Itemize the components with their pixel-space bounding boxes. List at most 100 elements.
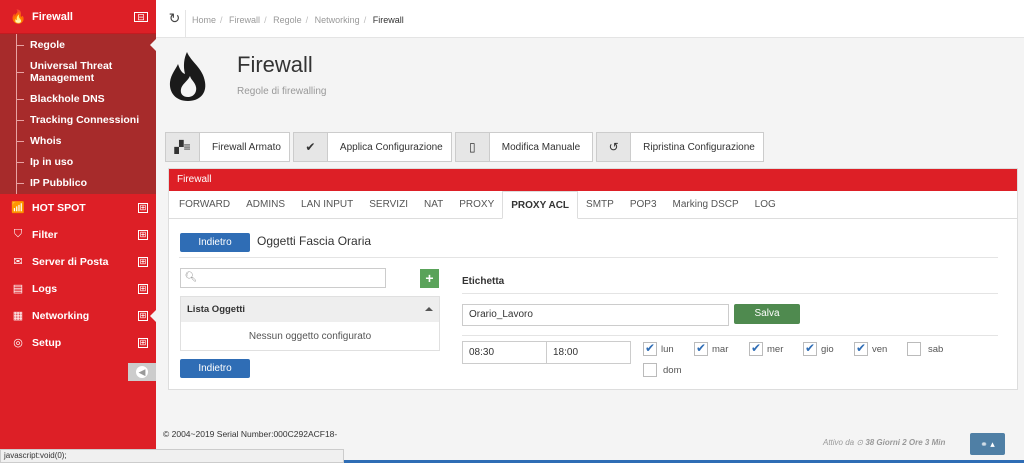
action-bar: ▞≡ Firewall Armato ✔ Applica Configurazi…: [165, 132, 764, 162]
share-icon: ⚭ ▴: [980, 439, 995, 449]
manual-edit-button[interactable]: ▯ Modifica Manuale: [454, 132, 594, 162]
breadcrumb-item[interactable]: Regole: [273, 15, 302, 25]
sidebar-item-regole[interactable]: Regole: [0, 34, 156, 55]
tab-proxy-acl[interactable]: PROXY ACL: [502, 191, 579, 219]
breadcrumb-item[interactable]: Home: [192, 15, 216, 25]
add-object-button[interactable]: +: [420, 269, 439, 288]
logs-icon: ▤: [12, 283, 24, 295]
expand-icon[interactable]: ⊞: [138, 229, 148, 240]
expand-icon[interactable]: ⊞: [138, 310, 148, 321]
sidebar-item-utm[interactable]: Universal Threat Management: [0, 55, 156, 88]
breadcrumb-current: Firewall: [372, 15, 404, 25]
sidebar-item-hotspot[interactable]: 📶 HOT SPOT ⊞: [0, 194, 156, 221]
sidebar-item-blackhole-dns[interactable]: Blackhole DNS: [0, 88, 156, 109]
object-list: Lista Oggetti Nessun oggetto configurato: [180, 296, 440, 351]
expand-icon[interactable]: ⊞: [138, 256, 148, 267]
panel-title: Firewall: [169, 169, 1017, 191]
day-mer[interactable]: mer: [749, 341, 783, 356]
tab-smtp[interactable]: SMTP: [578, 191, 622, 218]
tab-log[interactable]: LOG: [747, 191, 784, 218]
sidebar-item-server-di-posta[interactable]: ✉ Server di Posta ⊞: [0, 248, 156, 275]
firewall-armed-icon: ▞≡: [166, 133, 200, 161]
checkbox[interactable]: [643, 363, 657, 377]
flame-icon: 🔥: [10, 8, 27, 24]
label-input[interactable]: Orario_Lavoro: [462, 304, 729, 326]
back-button[interactable]: Indietro: [180, 233, 250, 252]
checkbox[interactable]: [643, 341, 657, 356]
day-lun[interactable]: lun: [643, 341, 674, 356]
divider: [179, 257, 998, 258]
list-header[interactable]: Lista Oggetti: [181, 297, 439, 322]
tab-lan-input[interactable]: LAN INPUT: [293, 191, 361, 218]
expand-icon[interactable]: ⊞: [138, 283, 148, 294]
list-empty-message: Nessun oggetto configurato: [248, 331, 372, 342]
flame-icon: [169, 52, 206, 101]
search-input[interactable]: [201, 270, 381, 286]
time-to-input[interactable]: 18:00: [546, 341, 631, 364]
sidebar-item-label: Firewall: [32, 10, 73, 23]
sidebar-item-ip-pubblico[interactable]: IP Pubblico: [0, 172, 156, 194]
expand-icon[interactable]: ⊞: [138, 337, 148, 348]
tab-marking-dscp[interactable]: Marking DSCP: [665, 191, 747, 218]
day-mar[interactable]: mar: [694, 341, 728, 356]
network-icon: ▦: [12, 310, 24, 322]
check-icon: ✔: [293, 133, 328, 161]
sidebar-item-firewall[interactable]: 🔥 Firewall ⊟: [0, 0, 156, 34]
tab-pop3[interactable]: POP3: [622, 191, 665, 218]
section-title: Oggetti Fascia Oraria: [257, 234, 372, 248]
sidebar-item-logs[interactable]: ▤ Logs ⊞: [0, 275, 156, 302]
search-icon: 🔍︎: [184, 272, 198, 283]
sidebar-item-networking[interactable]: ▦ Networking ⊞: [0, 302, 156, 329]
sidebar-collapse-button[interactable]: ◀: [128, 363, 156, 381]
checkbox[interactable]: [803, 341, 817, 356]
setup-icon: ◎: [13, 337, 23, 349]
tab-proxy[interactable]: PROXY: [451, 191, 502, 218]
document-icon: ▯: [455, 133, 490, 161]
tab-servizi[interactable]: SERVIZI: [361, 191, 416, 218]
copyright-text: © 2004~2019 Serial Number:000C292ACF18-: [163, 429, 338, 439]
checkbox[interactable]: [907, 342, 921, 356]
collapse-icon[interactable]: ⊟: [134, 11, 148, 22]
day-dom[interactable]: dom: [643, 363, 681, 377]
sidebar: 🔥 Firewall ⊟ Regole Universal Threat Man…: [0, 0, 156, 450]
day-gio[interactable]: gio: [803, 341, 834, 356]
sidebar-item-tracking[interactable]: Tracking Connessioni: [0, 109, 156, 130]
firewall-armed-button[interactable]: ▞≡ Firewall Armato: [165, 132, 290, 162]
breadcrumb-item[interactable]: Networking: [315, 15, 360, 25]
checkbox[interactable]: [749, 341, 763, 356]
save-button[interactable]: Salva: [734, 304, 800, 324]
checkbox[interactable]: [694, 341, 708, 356]
divider: [462, 293, 998, 294]
refresh-icon[interactable]: ↻: [164, 10, 186, 38]
topbar: ↻ Home / Firewall / Regole / Networking / Fi…: [156, 0, 1024, 38]
shield-icon: ⛉: [13, 228, 23, 240]
time-from-input[interactable]: 08:30: [462, 341, 547, 364]
tab-forward[interactable]: FORWARD: [171, 191, 238, 218]
day-sab[interactable]: sab: [907, 342, 943, 356]
expand-icon[interactable]: ⊞: [138, 202, 148, 213]
breadcrumb: Home / Firewall / Regole / Networking / Fire…: [192, 15, 404, 25]
tab-nat[interactable]: NAT: [416, 191, 451, 218]
sidebar-item-ip-in-uso[interactable]: Ip in uso: [0, 151, 156, 172]
day-ven[interactable]: ven: [854, 341, 887, 356]
sort-up-icon: [425, 307, 433, 311]
share-button[interactable]: ⚭ ▴: [970, 433, 1005, 455]
search-box: 🔍︎: [180, 268, 386, 288]
tab-bar: FORWARD ADMINS LAN INPUT SERVIZI NAT PRO…: [169, 191, 1017, 219]
uptime-text: Attivo da ⊙ 38 Giorni 2 Ore 3 Min: [823, 438, 946, 447]
clock-icon: ⊙: [856, 438, 864, 447]
checkbox[interactable]: [854, 341, 868, 356]
label-heading: Etichetta: [462, 276, 505, 287]
sidebar-item-setup[interactable]: ◎ Setup ⊞: [0, 329, 156, 356]
breadcrumb-item[interactable]: Firewall: [229, 15, 260, 25]
apply-config-button[interactable]: ✔ Applica Configurazione: [292, 132, 452, 162]
firewall-panel: Firewall FORWARD ADMINS LAN INPUT SERVIZ…: [168, 168, 1018, 390]
sidebar-item-whois[interactable]: Whois: [0, 130, 156, 151]
back-button-bottom[interactable]: Indietro: [180, 359, 250, 378]
sidebar-item-filter[interactable]: ⛉ Filter ⊞: [0, 221, 156, 248]
tab-admins[interactable]: ADMINS: [238, 191, 293, 218]
restore-config-button[interactable]: ↺ Ripristina Configurazione: [596, 132, 764, 162]
active-caret-icon: [150, 38, 156, 51]
restore-icon: ↺: [597, 133, 632, 161]
wifi-icon: 📶: [11, 202, 25, 214]
